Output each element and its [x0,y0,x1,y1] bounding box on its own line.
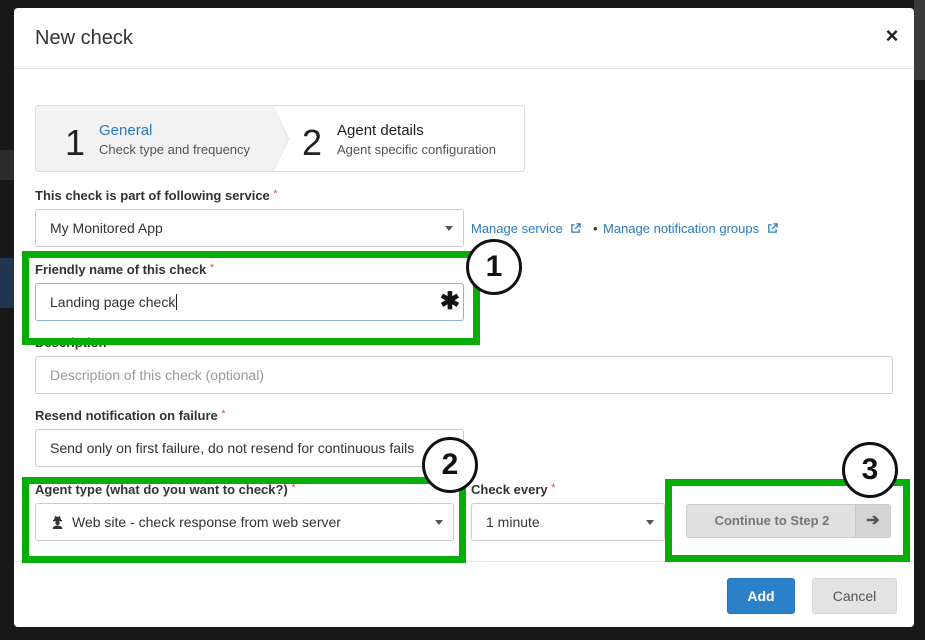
required-mark: * [273,188,278,200]
resend-label: Resend notification on failure * [35,408,226,423]
callout-number-1: 1 [466,239,522,295]
chevron-down-icon [445,226,453,231]
background-fragment [0,258,14,308]
chevron-down-icon [646,520,654,525]
highlight-box-1 [22,251,480,345]
step-subtitle: Agent specific configuration [337,142,496,157]
description-input[interactable]: Description of this check (optional) [35,356,893,394]
link-separator: • [593,221,598,236]
step-subtitle: Check type and frequency [99,142,251,157]
service-label-text: This check is part of following service [35,188,270,203]
callout-number-2: 2 [422,437,478,493]
description-placeholder: Description of this check (optional) [50,367,264,383]
step-title: General [99,122,153,139]
callout-number-3: 3 [842,442,898,498]
external-link-icon [767,223,778,233]
step-agent-details[interactable]: 2 Agent details Agent specific configura… [274,106,524,171]
add-button[interactable]: Add [727,578,795,614]
modal-footer: Add Cancel [14,561,914,627]
background-fragment [914,0,925,80]
modal-header: New check × [14,8,914,69]
manage-notification-groups-link[interactable]: Manage notification groups [603,221,778,236]
check-every-label: Check every * [471,482,556,497]
step-number: 1 [65,122,86,163]
step-title: Agent details [337,122,424,139]
required-mark: * [551,482,556,494]
manage-service-link[interactable]: Manage service [471,221,582,236]
cancel-button[interactable]: Cancel [812,578,897,614]
resend-select[interactable]: Send only on first failure, do not resen… [35,429,464,467]
resend-label-text: Resend notification on failure [35,408,218,423]
modal-title: New check [35,27,133,49]
service-select-value: My Monitored App [50,220,163,236]
manage-service-link-text: Manage service [471,221,563,236]
background-fragment [0,150,14,180]
wizard-steps: 1 General Check type and frequency 2 Age… [35,105,525,172]
resend-select-value: Send only on first failure, do not resen… [50,440,415,456]
close-icon[interactable]: × [882,25,902,47]
step-number: 2 [302,122,323,163]
required-mark: * [221,408,226,420]
external-link-icon [571,223,582,233]
check-every-label-text: Check every [471,482,548,497]
check-every-value: 1 minute [486,514,540,530]
step-general[interactable]: 1 General Check type and frequency [36,106,289,171]
manage-groups-link-text: Manage notification groups [603,221,760,236]
check-every-select[interactable]: 1 minute [471,503,665,541]
service-label: This check is part of following service … [35,188,278,203]
highlight-box-2 [22,477,466,563]
service-select[interactable]: My Monitored App [35,209,464,247]
